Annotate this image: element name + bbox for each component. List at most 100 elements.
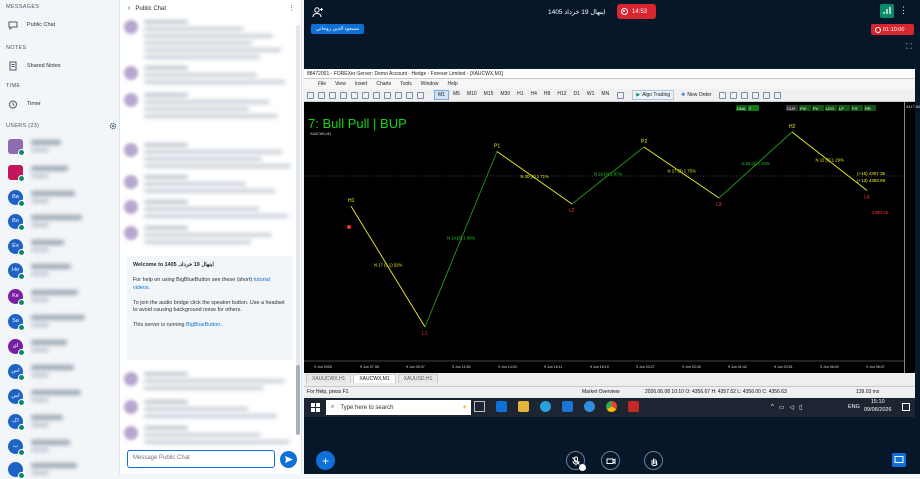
user-list-item[interactable]: Ho [8, 260, 116, 280]
user-list-item[interactable]: اس [8, 361, 116, 381]
chat-icon [8, 21, 18, 30]
chart-shift-icon[interactable] [751, 91, 759, 99]
user-list-item[interactable]: Sa [8, 311, 116, 331]
audio-options-icon[interactable] [579, 464, 586, 471]
mute-button[interactable] [566, 451, 586, 471]
mt-menu-item[interactable]: Help [448, 81, 458, 87]
timeframe-button[interactable]: M10 [464, 90, 480, 100]
user-list-item[interactable]: اس [8, 386, 116, 406]
timeframe-button[interactable]: W1 [584, 90, 598, 100]
user-list-item[interactable]: Bo [8, 211, 116, 231]
vertical-line-icon[interactable] [329, 91, 336, 99]
chat-scrollbar[interactable] [296, 25, 300, 435]
user-list-item[interactable]: ب [8, 436, 116, 456]
zoom-in-icon[interactable] [718, 91, 726, 99]
horizontal-line-icon[interactable] [340, 91, 347, 99]
new-order-button[interactable]: ✚ New Order [678, 91, 714, 99]
mt-menu-item[interactable]: Tools [400, 81, 412, 87]
fullscreen-icon[interactable]: ⛶ [906, 42, 912, 52]
avatar: Ba [8, 189, 25, 207]
user-list-item[interactable] [8, 162, 116, 182]
shared-notes-item[interactable]: Shared Notes [8, 61, 61, 71]
avatar [8, 461, 25, 479]
status-dot-icon [18, 272, 25, 280]
send-button[interactable] [280, 451, 297, 468]
app-icon[interactable] [496, 401, 507, 412]
chrome-icon[interactable] [606, 401, 617, 412]
user-list-item[interactable]: ای [8, 336, 116, 356]
video-button[interactable] [601, 451, 620, 470]
zoom-out-icon[interactable] [729, 91, 737, 99]
chart-tab[interactable]: XAUUSD,H1 [397, 374, 439, 383]
crosshair-icon[interactable] [318, 91, 325, 99]
gear-icon[interactable] [109, 122, 117, 130]
price-chart[interactable]: 7: Bull Pull | BUP XAUCWX,M1 H1 L1 P1 L2 P2 L3 H… [304, 102, 920, 373]
cursor-icon[interactable] [307, 91, 314, 99]
timeframe-button[interactable]: H4 [528, 90, 540, 100]
indicators-icon[interactable] [617, 91, 625, 99]
chat-header[interactable]: ‹ Public Chat [128, 5, 166, 12]
add-user-icon[interactable] [312, 6, 324, 18]
trendline-icon[interactable] [351, 91, 358, 99]
windows-start-icon[interactable] [311, 403, 320, 412]
shapes-icon[interactable] [395, 91, 402, 99]
app-icon[interactable] [584, 401, 595, 412]
text-icon[interactable] [384, 91, 391, 99]
task-view-icon[interactable] [474, 401, 485, 412]
timeframe-button[interactable]: H1 [514, 90, 526, 100]
connection-status-icon[interactable] [880, 4, 894, 18]
options-icon[interactable]: ⋮ [899, 5, 908, 16]
timeframe-button[interactable]: M30 [497, 90, 513, 100]
autoscroll-icon[interactable] [762, 91, 770, 99]
more-options-icon[interactable]: ⋮ [288, 4, 295, 12]
taskbar-clock[interactable]: 15:10 09/06/2026 [864, 399, 892, 414]
period-icon[interactable] [417, 91, 424, 99]
user-list-item[interactable] [8, 136, 116, 156]
welcome-running-text: This server is running [133, 322, 185, 329]
candles-icon[interactable] [773, 91, 781, 99]
timeframe-button[interactable]: H8 [541, 90, 553, 100]
timeframe-button[interactable]: M1 [434, 90, 449, 100]
user-list-item[interactable]: Ke [8, 286, 116, 306]
timeframe-button[interactable]: MN [598, 90, 612, 100]
taskbar-search[interactable]: ⌕ Type here to search ✦ [326, 400, 471, 415]
user-list-item[interactable]: Es [8, 236, 116, 256]
folder-icon[interactable] [518, 401, 529, 412]
mt-menu-item[interactable]: Window [421, 81, 439, 87]
timeframe-button[interactable]: M15 [481, 90, 497, 100]
message-input[interactable]: Message Public Chat [127, 450, 275, 468]
mt-menu-item[interactable]: File [318, 81, 326, 87]
store-icon[interactable] [562, 401, 573, 412]
channel-icon[interactable] [362, 91, 369, 99]
timeframe-button[interactable]: D1 [571, 90, 583, 100]
mt-menu-item[interactable]: View [335, 81, 346, 87]
notification-icon[interactable] [902, 403, 910, 411]
algo-trading-button[interactable]: ▶ Algo Trading [632, 90, 675, 100]
public-chat-item[interactable]: Public Chat [8, 20, 55, 30]
chart-tab[interactable]: XAUCWX,M1 [353, 374, 396, 383]
mt-menu-item[interactable]: Insert [355, 81, 368, 87]
telegram-icon[interactable] [540, 401, 551, 412]
mt5-icon[interactable] [628, 401, 639, 412]
user-list-item[interactable]: اک [8, 411, 116, 431]
mt-menu-item[interactable]: Charts [376, 81, 391, 87]
raise-hand-button[interactable] [644, 451, 663, 470]
time-axis-label: 9 Jun 14:03 [498, 365, 517, 369]
grid-icon[interactable] [740, 91, 748, 99]
bbb-link[interactable]: BigBlueButton [186, 322, 220, 328]
arrow-icon[interactable] [406, 91, 413, 99]
language-indicator[interactable]: ENG [848, 404, 860, 410]
user-list-item[interactable]: Ba [8, 187, 116, 207]
presenter-badge[interactable]: ﻣﺴﻌﻮﺩ ﺍﻟﺪﻳﻦ ﺭﻭﺣﺎﻧﻲ [311, 24, 364, 34]
chart-tab[interactable]: XAUUCWX,H1 [306, 374, 352, 383]
timeframe-button[interactable]: H12 [554, 90, 569, 100]
system-tray[interactable]: ^ ▭ ◁ ▯ [771, 404, 802, 411]
recording-indicator[interactable]: 14:53 [617, 4, 656, 19]
timeframe-button[interactable]: M5 [450, 90, 463, 100]
presentation-toggle-button[interactable] [892, 453, 906, 467]
avatar: ای [8, 338, 25, 356]
fibo-icon[interactable] [373, 91, 380, 99]
timer-item[interactable]: Timer [8, 99, 41, 109]
user-list-item[interactable] [8, 459, 116, 479]
actions-button[interactable]: + [316, 451, 335, 470]
